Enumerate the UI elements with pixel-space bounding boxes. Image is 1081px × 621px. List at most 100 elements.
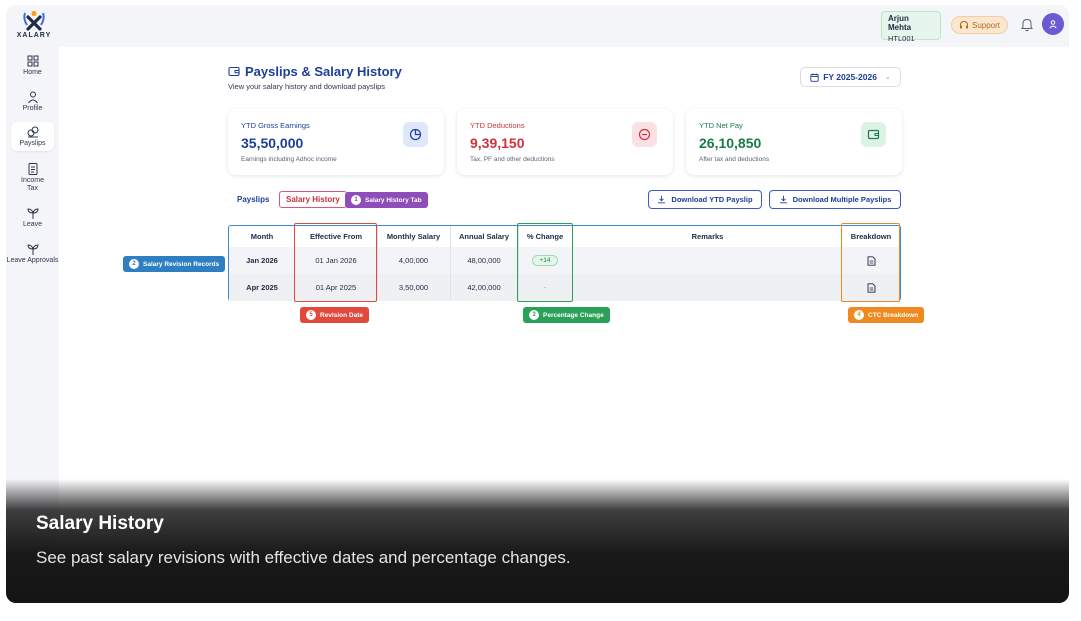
page-title-group: Payslips & Salary History (228, 64, 402, 79)
callout-label: Salary Revision Records (143, 260, 220, 268)
cell-breakdown (843, 247, 899, 274)
sidebar-item-profile[interactable]: Profile (6, 90, 59, 113)
column-header-breakdown: Breakdown (850, 232, 892, 241)
card-subtext: Tax, PF and other deductions (470, 156, 555, 163)
document-icon (28, 163, 37, 175)
cell-effective-from: 01 Apr 2025 (315, 283, 357, 292)
sidebar-item-label: Leave Approvals (6, 257, 59, 264)
headset-icon (959, 20, 968, 29)
callout-label: CTC Breakdown (868, 311, 919, 319)
callout-percentage-change: 3 Percentage Change (523, 307, 610, 323)
callout-number: 4 (854, 310, 864, 320)
card-ytd-net-pay: YTD Net Pay 26,10,850 After tax and dedu… (686, 109, 902, 175)
bell-icon[interactable] (1020, 17, 1034, 32)
sidebar-item-label: Payslips (19, 140, 46, 147)
chevron-down-icon: ⌄ (884, 74, 891, 81)
sidebar-item-leave[interactable]: Leave (6, 206, 59, 229)
column-header-annual-salary: Annual Salary (458, 232, 510, 241)
fiscal-year-select[interactable]: FY 2025-2026 ⌄ (800, 67, 901, 87)
table-row: Apr 2025 01 Apr 2025 3,50,000 42,00,000 … (229, 274, 899, 301)
cell-percent-change: - (543, 283, 547, 292)
file-text-icon[interactable] (867, 282, 876, 293)
fiscal-year-label: FY 2025-2026 (823, 72, 877, 82)
plant-icon (26, 208, 39, 219)
cell-month: Apr 2025 (246, 283, 278, 292)
cell-remarks (572, 274, 843, 301)
card-label: YTD Deductions (470, 121, 525, 130)
user-name: Arjun Mehta (888, 14, 912, 32)
sidebar-item-label: Leave (22, 221, 43, 228)
cell-percent-change: +14 (518, 247, 572, 274)
salary-history-table: Month Effective From Monthly Salary Annu… (228, 225, 901, 301)
cell-month: Jan 2026 (246, 256, 278, 265)
coins-icon (27, 126, 38, 138)
minus-circle-icon (632, 122, 657, 147)
card-ytd-deductions: YTD Deductions 9,39,150 Tax, PF and othe… (457, 109, 673, 175)
cell-annual-salary: 48,00,000 (467, 256, 501, 265)
brand-name: XALARY (16, 32, 52, 39)
cell-breakdown (843, 274, 899, 301)
brand-logo[interactable]: XALARY (14, 9, 54, 39)
table-row: Jan 2026 01 Jan 2026 4,00,000 48,00,000 … (229, 247, 899, 274)
top-bar: Arjun Mehta HTL001 Support (59, 5, 1069, 47)
page-title: Payslips & Salary History (245, 64, 402, 79)
download-multiple-payslips-button[interactable]: Download Multiple Payslips (769, 190, 901, 209)
card-label: YTD Gross Earnings (241, 121, 310, 130)
caption-title: Salary History (36, 513, 164, 534)
callout-salary-revision-records: 2 Salary Revision Records (123, 256, 226, 272)
callout-label: Revision Date (320, 311, 363, 319)
column-header-effective-from: Effective From (309, 232, 363, 241)
download-multiple-label: Download Multiple Payslips (792, 195, 892, 204)
download-ytd-payslip-button[interactable]: Download YTD Payslip (648, 190, 762, 209)
sidebar-item-income-tax[interactable]: Income Tax (6, 162, 59, 193)
card-subtext: Earnings including Adhoc income (241, 156, 337, 163)
sidebar-item-label: Income Tax (21, 177, 44, 192)
calendar-icon (810, 73, 819, 82)
card-ytd-gross: YTD Gross Earnings 35,50,000 Earnings in… (228, 109, 444, 175)
cell-remarks (572, 247, 843, 274)
column-header-remarks: Remarks (691, 232, 724, 241)
column-divider (377, 226, 378, 299)
sidebar-item-label: Home (23, 69, 42, 76)
download-icon (658, 195, 666, 204)
grid-icon (27, 55, 38, 67)
sidebar-item-leave-approvals[interactable]: Leave Approvals (6, 242, 59, 265)
page-subtitle: View your salary history and download pa… (228, 82, 386, 91)
column-divider (518, 226, 519, 299)
callout-number: 2 (129, 259, 139, 269)
user-id: HTL001 (888, 34, 915, 43)
callout-label: Percentage Change (543, 311, 604, 319)
app-window: XALARY Home Profile Payslips Income Tax … (6, 5, 1069, 603)
card-value: 35,50,000 (241, 135, 304, 151)
support-button[interactable]: Support (951, 16, 1008, 34)
callout-number: 1 (351, 195, 361, 205)
download-ytd-label: Download YTD Payslip (671, 195, 753, 204)
download-icon (779, 195, 787, 204)
callout-ctc-breakdown: 4 CTC Breakdown (848, 307, 925, 323)
column-header-month: Month (250, 232, 274, 241)
wallet-icon (861, 122, 886, 147)
cell-monthly-salary: 4,00,000 (398, 256, 429, 265)
cell-monthly-salary: 3,50,000 (398, 283, 429, 292)
pie-chart-icon (403, 122, 428, 147)
user-chip[interactable]: Arjun Mehta HTL001 (881, 11, 941, 43)
file-text-icon[interactable] (867, 255, 876, 266)
sidebar-item-payslips[interactable]: Payslips (11, 122, 54, 151)
callout-revision-date: 5 Revision Date (300, 307, 369, 323)
column-divider (450, 226, 451, 299)
callout-label: Salary History Tab (365, 196, 422, 204)
card-label: YTD Net Pay (699, 121, 743, 130)
cell-annual-salary: 42,00,000 (467, 283, 501, 292)
caption-description: See past salary revisions with effective… (36, 548, 571, 567)
tab-salary-history[interactable]: Salary History (279, 191, 347, 208)
cell-effective-from: 01 Jan 2026 (315, 256, 357, 265)
callout-number: 3 (529, 310, 539, 320)
support-label: Support (971, 20, 1001, 30)
wallet-outline-icon (228, 66, 240, 77)
tab-payslips[interactable]: Payslips (231, 191, 275, 208)
avatar[interactable] (1042, 13, 1064, 35)
sidebar-item-home[interactable]: Home (6, 54, 59, 77)
logo-icon (23, 10, 45, 31)
caption-overlay: Salary History See past salary revisions… (6, 479, 1069, 603)
column-header-monthly-salary: Monthly Salary (386, 232, 441, 241)
